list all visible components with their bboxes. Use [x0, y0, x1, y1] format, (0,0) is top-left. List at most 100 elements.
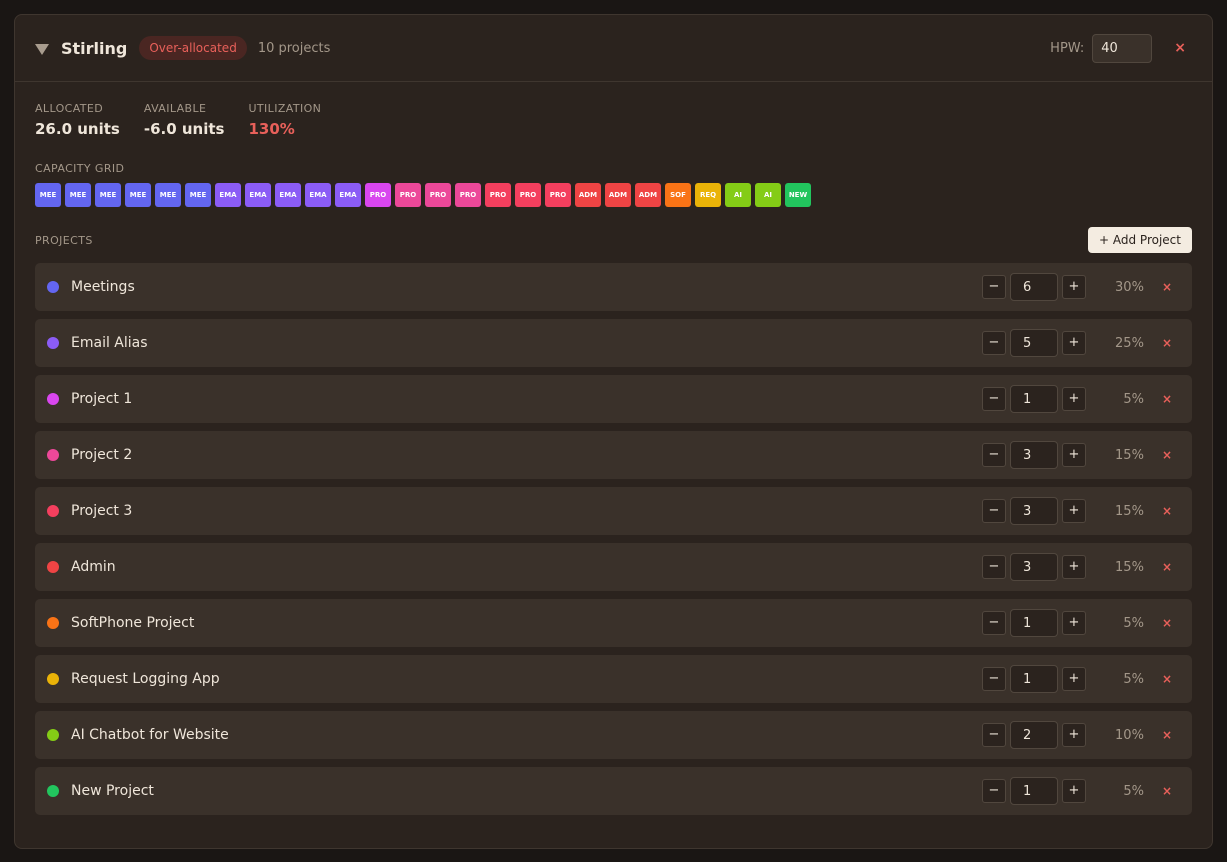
increment-button[interactable]: +: [1061, 331, 1086, 355]
remove-project-icon[interactable]: ×: [1162, 504, 1172, 518]
project-row: Meetings − + 30% ×: [35, 263, 1192, 311]
increment-button[interactable]: +: [1061, 555, 1086, 579]
increment-button[interactable]: +: [1061, 275, 1086, 299]
capacity-cell: PRO: [395, 183, 421, 207]
decrement-button[interactable]: −: [981, 723, 1006, 747]
remove-project-icon[interactable]: ×: [1162, 784, 1172, 798]
project-color-dot: [47, 337, 59, 349]
card-body: ALLOCATED 26.0 units AVAILABLE -6.0 unit…: [15, 82, 1212, 815]
decrement-button[interactable]: −: [981, 443, 1006, 467]
projects-label: PROJECTS: [35, 233, 93, 247]
decrement-button[interactable]: −: [981, 611, 1006, 635]
stat-available-value: -6.0 units: [143, 120, 225, 138]
project-color-dot: [47, 561, 59, 573]
project-row: Project 2 − + 15% ×: [35, 431, 1192, 479]
stat-allocated-label: ALLOCATED: [35, 102, 104, 115]
remove-project-icon[interactable]: ×: [1162, 448, 1172, 462]
capacity-cell: PRO: [455, 183, 481, 207]
quantity-input[interactable]: [1009, 329, 1058, 357]
capacity-cell: MEE: [125, 183, 151, 207]
decrement-button[interactable]: −: [981, 667, 1006, 691]
project-name: New Project: [71, 783, 154, 799]
decrement-button[interactable]: −: [981, 331, 1006, 355]
project-color-dot: [47, 729, 59, 741]
remove-project-icon[interactable]: ×: [1162, 728, 1172, 742]
project-row: Admin − + 15% ×: [35, 543, 1192, 591]
quantity-input[interactable]: [1009, 777, 1058, 805]
remove-project-icon[interactable]: ×: [1162, 280, 1172, 294]
project-color-dot: [47, 673, 59, 685]
decrement-button[interactable]: −: [981, 499, 1006, 523]
quantity-input[interactable]: [1009, 441, 1058, 469]
capacity-cell: AI: [755, 183, 781, 207]
remove-project-icon[interactable]: ×: [1162, 672, 1172, 686]
increment-button[interactable]: +: [1061, 387, 1086, 411]
status-badge: Over-allocated: [139, 36, 247, 60]
project-color-dot: [47, 617, 59, 629]
project-percent: 5%: [1123, 615, 1144, 631]
quantity-input[interactable]: [1009, 497, 1058, 525]
quantity-input[interactable]: [1009, 385, 1058, 413]
project-row: AI Chatbot for Website − + 10% ×: [35, 711, 1192, 759]
capacity-cell: EMA: [275, 183, 301, 207]
quantity-input[interactable]: [1009, 721, 1058, 749]
remove-project-icon[interactable]: ×: [1162, 336, 1172, 350]
stat-available: AVAILABLE -6.0 units: [144, 102, 225, 138]
project-name: Request Logging App: [71, 671, 220, 687]
decrement-button[interactable]: −: [981, 275, 1006, 299]
capacity-cell: ADM: [635, 183, 661, 207]
quantity-input[interactable]: [1009, 553, 1058, 581]
remove-project-icon[interactable]: ×: [1162, 616, 1172, 630]
increment-button[interactable]: +: [1061, 723, 1086, 747]
collapse-triangle-icon[interactable]: [35, 43, 49, 55]
capacity-cell: PRO: [485, 183, 511, 207]
project-percent: 5%: [1123, 671, 1144, 687]
project-count: 10 projects: [257, 40, 331, 56]
remove-project-icon[interactable]: ×: [1162, 560, 1172, 574]
capacity-grid-label: CAPACITY GRID: [35, 162, 125, 175]
capacity-cell: EMA: [215, 183, 241, 207]
stats-row: ALLOCATED 26.0 units AVAILABLE -6.0 unit…: [35, 102, 1192, 138]
increment-button[interactable]: +: [1061, 611, 1086, 635]
stat-utilization-label: UTILIZATION: [248, 102, 322, 115]
stat-utilization-value: 130%: [248, 120, 295, 138]
quantity-input[interactable]: [1009, 665, 1058, 693]
capacity-cell: MEE: [155, 183, 181, 207]
decrement-button[interactable]: −: [981, 387, 1006, 411]
stat-allocated-value: 26.0 units: [35, 120, 120, 138]
project-row: Project 3 − + 15% ×: [35, 487, 1192, 535]
capacity-cell: PRO: [425, 183, 451, 207]
capacity-cell: EMA: [335, 183, 361, 207]
close-icon[interactable]: ×: [1174, 40, 1186, 56]
capacity-cell: REQ: [695, 183, 721, 207]
decrement-button[interactable]: −: [981, 779, 1006, 803]
project-row: New Project − + 5% ×: [35, 767, 1192, 815]
remove-project-icon[interactable]: ×: [1162, 392, 1172, 406]
project-row: Email Alias − + 25% ×: [35, 319, 1192, 367]
stat-available-label: AVAILABLE: [143, 102, 207, 115]
decrement-button[interactable]: −: [981, 555, 1006, 579]
capacity-cell: AI: [725, 183, 751, 207]
project-name: Project 3: [71, 503, 133, 519]
increment-button[interactable]: +: [1061, 667, 1086, 691]
quantity-input[interactable]: [1009, 273, 1058, 301]
project-color-dot: [47, 505, 59, 517]
add-project-button[interactable]: + Add Project: [1088, 227, 1192, 253]
capacity-cell: SOF: [665, 183, 691, 207]
project-color-dot: [47, 449, 59, 461]
quantity-input[interactable]: [1009, 609, 1058, 637]
increment-button[interactable]: +: [1061, 779, 1086, 803]
project-percent: 30%: [1115, 279, 1144, 295]
person-name: Stirling: [61, 38, 128, 58]
hpw-label: HPW:: [1050, 40, 1085, 56]
capacity-cell: NEW: [785, 183, 811, 207]
project-row: SoftPhone Project − + 5% ×: [35, 599, 1192, 647]
capacity-cell: PRO: [545, 183, 571, 207]
project-percent: 15%: [1115, 559, 1144, 575]
increment-button[interactable]: +: [1061, 443, 1086, 467]
project-name: Email Alias: [71, 335, 148, 351]
increment-button[interactable]: +: [1061, 499, 1086, 523]
capacity-cell: EMA: [305, 183, 331, 207]
hpw-input[interactable]: [1092, 33, 1153, 63]
capacity-cell: ADM: [605, 183, 631, 207]
